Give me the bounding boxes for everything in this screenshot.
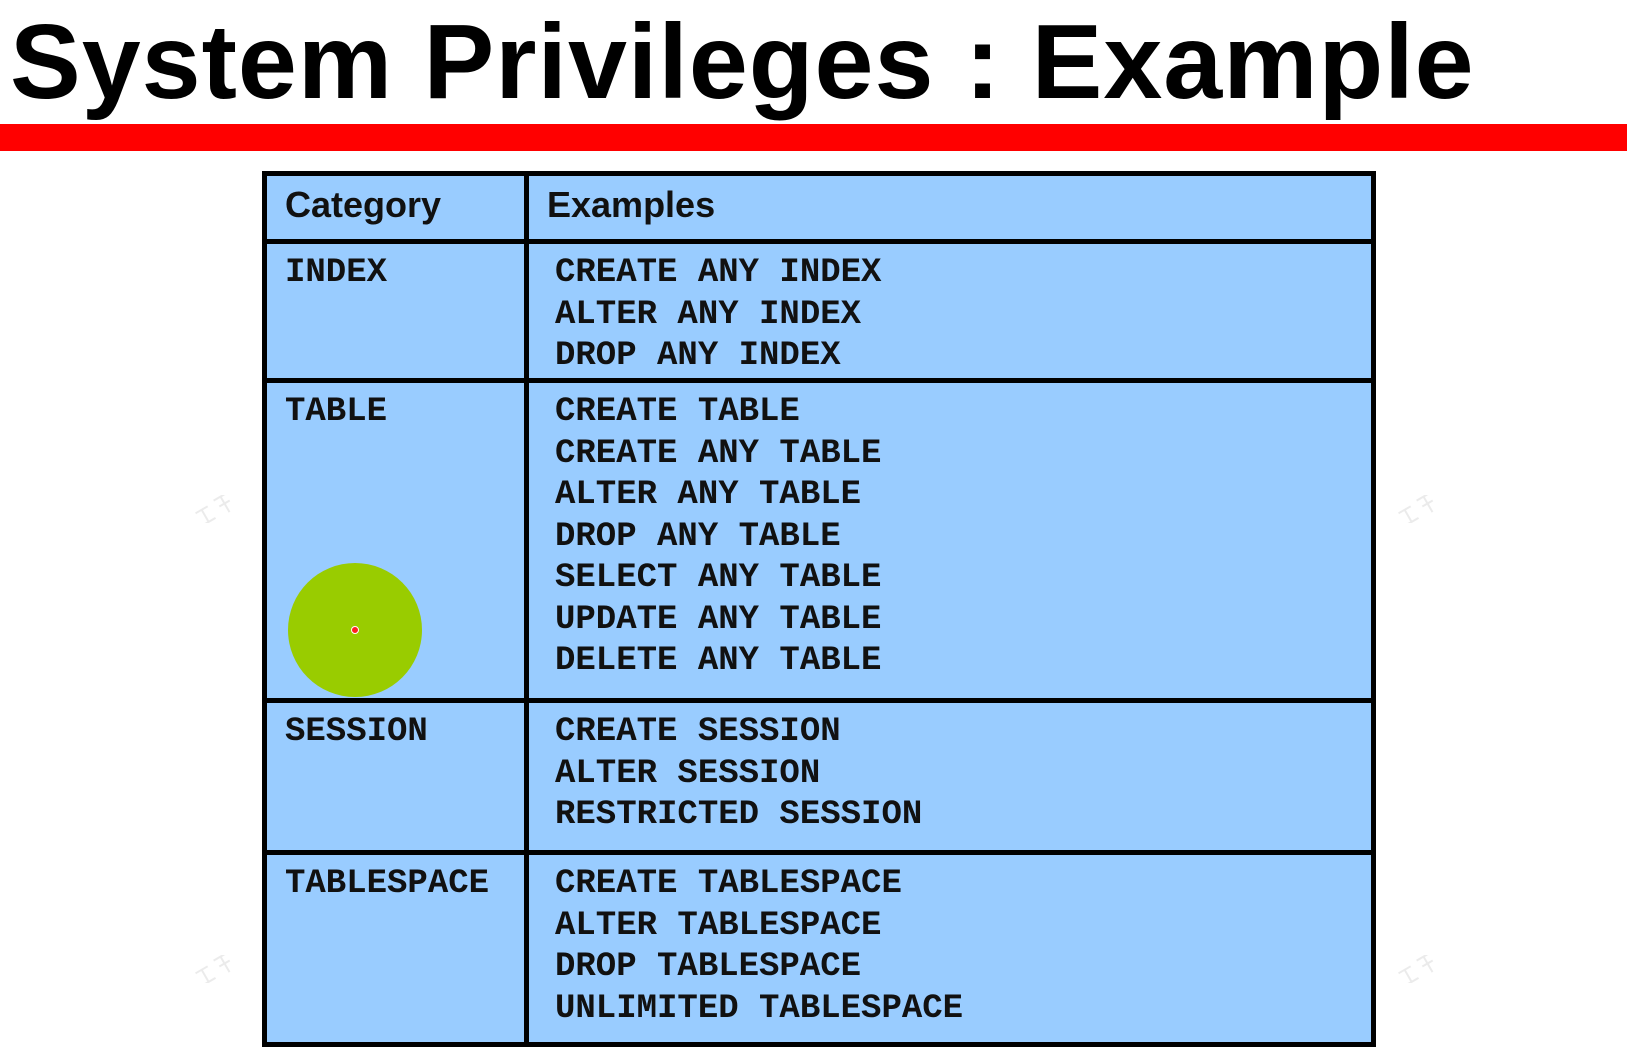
watermark-mark xyxy=(195,495,231,523)
table-row-session: SESSION CREATE SESSION ALTER SESSION RES… xyxy=(262,698,1376,855)
watermark-mark xyxy=(195,955,231,983)
example-item: CREATE TABLE xyxy=(555,393,800,431)
example-item: ALTER SESSION xyxy=(555,754,821,793)
category-cell-tablespace: TABLESPACE xyxy=(262,850,529,1047)
example-item: DROP TABLESPACE xyxy=(555,948,862,986)
category-cell-session: SESSION xyxy=(262,698,529,855)
example-item: ALTER TABLESPACE xyxy=(555,906,882,945)
table-header-row: Category Examples xyxy=(262,171,1376,244)
example-item: SELECT ANY TABLE xyxy=(555,559,882,597)
category-cell-index: INDEX xyxy=(262,239,529,383)
example-item: RESTRICTED SESSION xyxy=(555,796,923,834)
column-header-examples: Examples xyxy=(524,171,1376,244)
example-item: UPDATE ANY TABLE xyxy=(555,600,882,639)
example-item: ALTER ANY TABLE xyxy=(555,476,862,514)
example-item: CREATE TABLESPACE xyxy=(555,865,902,903)
title-underline-rule xyxy=(0,124,1627,151)
table-row-table: TABLE CREATE TABLE CREATE ANY TABLE ALTE… xyxy=(262,378,1376,703)
example-item: CREATE ANY TABLE xyxy=(555,434,882,473)
table-row-index: INDEX CREATE ANY INDEX ALTER ANY INDEX D… xyxy=(262,239,1376,383)
example-item: UNLIMITED TABLESPACE xyxy=(555,989,964,1028)
example-item: CREATE ANY INDEX xyxy=(555,254,882,292)
example-item: CREATE SESSION xyxy=(555,713,841,751)
cursor-pointer-dot xyxy=(351,626,359,634)
examples-cell-index: CREATE ANY INDEX ALTER ANY INDEX DROP AN… xyxy=(524,239,1376,383)
slide-title: System Privileges : Example xyxy=(10,3,1475,121)
examples-cell-tablespace: CREATE TABLESPACE ALTER TABLESPACE DROP … xyxy=(524,850,1376,1047)
examples-cell-session: CREATE SESSION ALTER SESSION RESTRICTED … xyxy=(524,698,1376,855)
cursor-highlight xyxy=(288,563,422,697)
example-item: ALTER ANY INDEX xyxy=(555,295,862,334)
example-item: DROP ANY TABLE xyxy=(555,517,841,556)
system-privileges-table: Category Examples INDEX CREATE ANY INDEX… xyxy=(262,171,1376,1047)
example-item: DROP ANY INDEX xyxy=(555,337,841,375)
example-item: DELETE ANY TABLE xyxy=(555,642,882,680)
table-row-tablespace: TABLESPACE CREATE TABLESPACE ALTER TABLE… xyxy=(262,850,1376,1047)
watermark-mark xyxy=(1398,495,1434,523)
watermark-mark xyxy=(1398,955,1434,983)
column-header-category: Category xyxy=(262,171,529,244)
examples-cell-table: CREATE TABLE CREATE ANY TABLE ALTER ANY … xyxy=(524,378,1376,703)
